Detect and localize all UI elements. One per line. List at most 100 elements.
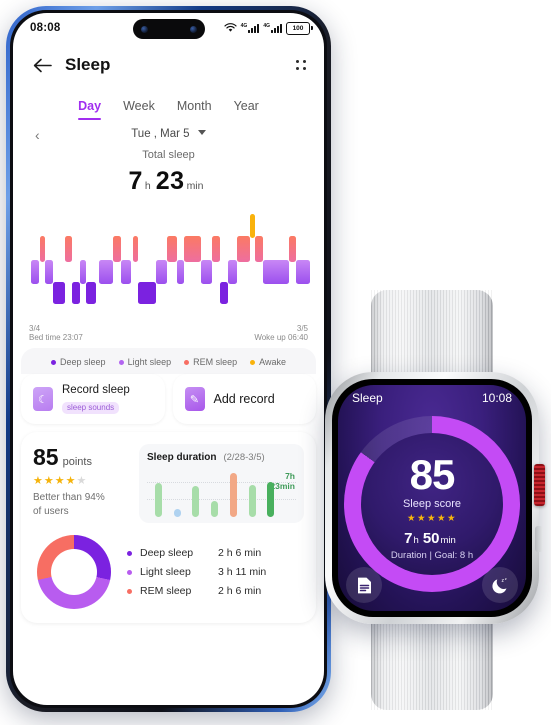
duration-bar [229,472,237,517]
hypnogram-segment-rem [288,236,296,262]
sleep-sounds-badge: sleep sounds [62,401,120,414]
smartwatch-device: Sleep 10:08 85 Sleep score ★★★★★ 7h 50min [318,290,546,710]
wifi-icon [224,23,237,32]
add-record-label: Add record [213,392,275,406]
watch-duration: 7h 50min [344,530,520,548]
sleep-breakdown-donut [37,535,111,609]
page-title: Sleep [65,55,111,74]
hypnogram-chart[interactable] [27,214,310,322]
watch-star-half: ★ [447,513,458,524]
record-sleep-button[interactable]: ☾ Record sleep sleep sounds [21,374,165,424]
better-than-line-2: of users [33,506,69,517]
sleep-duration-title: Sleep duration [147,452,217,463]
watch-top-bar: Sleep 10:08 [338,385,526,405]
watch-case: Sleep 10:08 85 Sleep score ★★★★★ 7h 50min [325,372,545,624]
app-bar: Sleep [13,43,324,87]
selected-date[interactable]: Tue , Mar 5 [131,128,206,140]
camera-lens-icon [189,25,197,33]
legend-label: Awake [259,357,286,367]
watch-side-button[interactable] [535,526,543,552]
watch-duration-hours-unit: h [413,535,419,546]
hypnogram-segment-rem [211,236,220,262]
hypnogram-segment-rem [166,236,178,262]
front-camera-punchhole [132,19,205,39]
duration-bar [267,481,275,517]
total-sleep-label: Total sleep [142,149,195,161]
legend-item-awake: Awake [250,357,286,367]
svg-text:z: z [504,576,506,581]
legend-label: Light sleep [127,357,172,367]
hypnogram-segment-light [228,260,237,284]
signal-bars-icon: 4G [241,23,260,33]
network-type-label: 4G [263,22,270,29]
sleep-moon-icon[interactable]: zz [482,567,518,603]
hypnogram-segment-deep [85,282,97,304]
legend-item-light-sleep: Light sleep [118,357,172,367]
tab-week[interactable]: Week [123,99,155,120]
moon-record-icon: ☾ [33,387,53,411]
hypnogram-segment-light [79,260,86,284]
tab-day[interactable]: Day [78,99,101,120]
breakdown-label: REM sleep [140,585,192,597]
total-sleep-value: 7 h 23 min [13,167,324,196]
legend-label: REM sleep [193,357,238,367]
watch-time: 10:08 [481,391,512,405]
watch-sleep-score-label: Sleep score [402,498,462,510]
signal-bars-icon: 4G [263,22,282,33]
edit-note-icon: ✎ [184,387,205,411]
phone-bezel: 08:08 4G 4G 100 Sleep Day Week Month Yea… [10,10,327,708]
hypnogram-segment-awake [250,214,256,238]
sleep-score-points: 85 points [33,444,129,471]
duration-bar [248,485,256,517]
report-document-icon[interactable] [346,567,382,603]
hypnogram-segment-rem [236,236,251,262]
tab-year[interactable]: Year [234,99,259,120]
battery-icon: 100 [286,21,313,35]
add-record-button[interactable]: ✎ Add record [172,374,316,424]
watch-sleep-score: 85 [409,451,456,498]
hypnogram-segment-light [30,260,39,284]
watch-star-rating: ★★★★★ [344,513,520,524]
watch-crown[interactable] [534,464,545,506]
hypnogram-segment-rem [112,236,122,262]
battery-level: 100 [292,24,304,32]
tab-month[interactable]: Month [177,99,212,120]
status-bar: 08:08 4G 4G 100 [13,13,324,43]
period-tabs: Day Week Month Year [13,99,324,120]
selected-date-label: Tue , Mar 5 [131,128,190,140]
duration-bar [155,483,162,517]
sleep-duration-chart[interactable]: Sleep duration (2/28-3/5) 7h 23min [139,444,304,523]
status-icons: 4G 4G 100 [224,21,313,35]
hypnogram-segment-light [201,260,212,284]
hypnogram-segment-light [45,260,53,284]
hypnogram-end-date: 3/5 [296,324,308,333]
watch-goal-text: Duration | Goal: 8 h [390,550,474,561]
hypnogram-woke-up: Woke up 06:40 [254,333,308,342]
better-than-text: Better than 94% of users [33,491,129,519]
hypnogram-segment-light [99,260,113,284]
hypnogram-segment-light [177,260,184,284]
sleep-score-value: 85 [33,444,59,470]
more-options-icon[interactable] [296,60,306,70]
watch-face-sleep: Sleep 10:08 85 Sleep score ★★★★★ 7h 50min [338,385,526,611]
chevron-left-icon[interactable]: ‹ [35,127,40,143]
hypnogram-segment-rem [64,236,73,262]
watch-duration-minutes: 50 [422,530,440,547]
hypnogram-footer: 3/4 Bed time 23:07 3/5 Woke up 06:40 [13,322,324,342]
sleep-duration-header: Sleep duration (2/28-3/5) [147,452,296,463]
breakdown-value: 3 h 11 min [218,566,267,578]
status-time: 08:08 [30,22,61,34]
back-arrow-icon[interactable] [31,54,53,76]
legend-item-rem-sleep: REM sleep [184,357,237,367]
breakdown-row-rem: REM sleep 2 h 6 min [127,582,304,601]
sleep-stats-card: 85 points ★★★★★ Better than 94% of users … [21,432,316,623]
sleep-duration-bars: 7h 23min [147,469,296,517]
watch-screen: Sleep 10:08 85 Sleep score ★★★★★ 7h 50min [332,379,532,617]
breakdown-row-deep: Deep sleep 2 h 6 min [127,544,304,563]
total-sleep-minutes: 23 [155,167,185,195]
phone-screen: 08:08 4G 4G 100 Sleep Day Week Month Yea… [13,13,324,705]
callout-hours: 7h [285,471,295,481]
legend-label: Deep sleep [60,357,106,367]
total-sleep-minutes-unit: min [186,180,204,192]
breakdown-row-light: Light sleep 3 h 11 min [127,563,304,582]
